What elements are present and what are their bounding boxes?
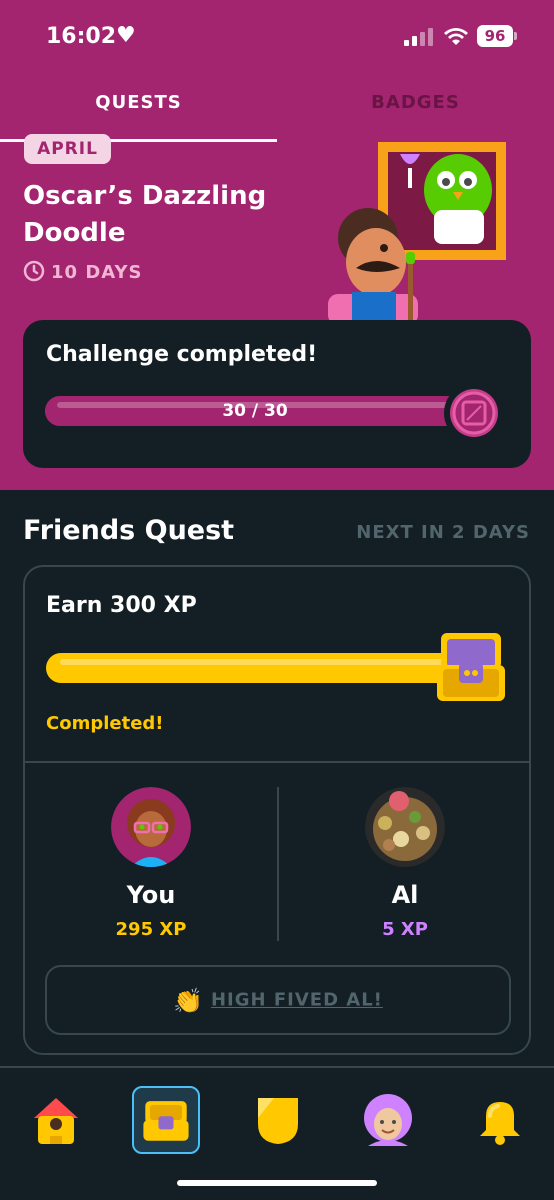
tab-quests[interactable]: QUESTS (0, 78, 277, 142)
avatar (111, 787, 191, 867)
heart-icon: ♥ (116, 23, 136, 48)
friend-xp: 5 XP (382, 919, 428, 940)
friend-name: You (126, 881, 176, 909)
challenge-progress-text: 30 / 30 (222, 401, 288, 421)
friends-quest-progress-bar (46, 653, 466, 683)
friend-al[interactable]: Al 5 XP (279, 787, 531, 947)
challenge-progress-bar: 30 / 30 (45, 396, 465, 426)
status-bar: 16:02 ♥ 96 (0, 0, 554, 70)
high-five-button[interactable]: 👏 HIGH FIVED AL! (45, 965, 511, 1035)
friends-quest-card: Earn 300 XP Completed! You 295 XP Al 5 X… (23, 565, 531, 1055)
home-icon[interactable] (22, 1086, 90, 1154)
month-badge: APRIL (24, 134, 111, 164)
battery-indicator: 96 (477, 25, 517, 47)
friend-you[interactable]: You 295 XP (25, 787, 277, 947)
home-indicator (177, 1180, 377, 1186)
notifications-bell-icon[interactable] (466, 1086, 534, 1154)
friend-name: Al (391, 881, 419, 909)
friends-quest-title: Friends Quest (23, 515, 235, 546)
monthly-quest-title: Oscar’s Dazzling Doodle (23, 181, 267, 248)
challenge-card[interactable]: Challenge completed! 30 / 30 (23, 320, 531, 468)
friend-xp: 295 XP (115, 919, 187, 940)
profile-avatar-icon[interactable] (354, 1086, 422, 1154)
friends-quest-status: Completed! (46, 713, 164, 734)
avatar (365, 787, 445, 867)
tab-badges[interactable]: BADGES (277, 78, 554, 142)
wifi-icon (444, 28, 468, 45)
oscar-painting-illustration (328, 142, 506, 325)
monthly-badge-icon (444, 383, 504, 443)
high-five-icon: 👏 (173, 986, 203, 1015)
leaderboard-shield-icon[interactable] (244, 1086, 312, 1154)
time-remaining: 10 DAYS (23, 260, 142, 288)
time-remaining-text: 10 DAYS (51, 262, 143, 283)
treasure-chest-icon (437, 633, 505, 701)
clock-icon (23, 260, 45, 282)
signal-icon (404, 28, 433, 46)
friends-quest-goal: Earn 300 XP (46, 593, 197, 618)
card-divider (25, 761, 529, 763)
high-five-label: HIGH FIVED AL! (210, 989, 383, 1011)
friends-quest-next: NEXT IN 2 DAYS (356, 522, 530, 543)
quests-chest-icon[interactable] (132, 1086, 200, 1154)
status-time: 16:02 (46, 24, 117, 49)
challenge-status: Challenge completed! (46, 342, 318, 367)
tab-bar: QUESTS BADGES (0, 78, 554, 142)
